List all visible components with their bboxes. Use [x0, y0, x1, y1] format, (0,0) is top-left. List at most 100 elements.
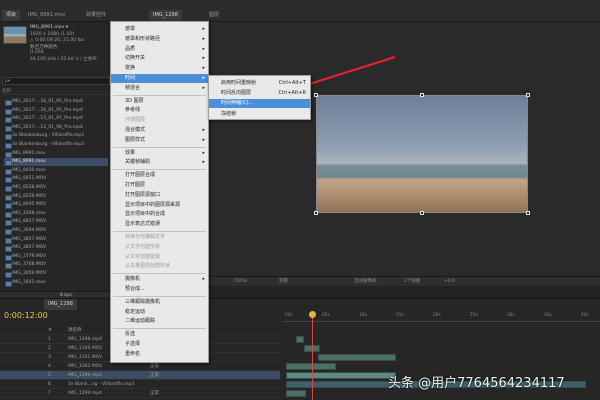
timeline-layer-row[interactable]: 7 IMG_1299.mp4 正常: [0, 389, 280, 398]
menu-item[interactable]: 切换开关 ▸: [111, 54, 208, 63]
menu-item[interactable]: 效果 ▸: [111, 149, 208, 158]
menu-item[interactable]: 3D 图层: [111, 97, 208, 106]
menu-item-label: 显示项目中的图层源来源: [125, 201, 181, 208]
layer-name[interactable]: IMG_1301.MOV: [68, 353, 102, 362]
menu-item-label: 混合模式: [125, 127, 146, 133]
menu-item[interactable]: 子选择: [111, 340, 208, 349]
layer-name[interactable]: IMG_1299.mp4: [68, 371, 102, 380]
menu-item[interactable]: 参考线: [111, 106, 208, 115]
menu-separator: [113, 146, 206, 148]
submenu-item-shortcut: Ctrl+Alt+R: [278, 90, 306, 97]
menu-separator: [113, 231, 206, 232]
menu-item-label: 图层样式: [125, 136, 146, 143]
menu-item-label: 从矢量图层创建形状: [125, 263, 171, 270]
menu-separator: [113, 295, 206, 297]
menu-item-label: 帧混合: [125, 84, 141, 91]
menu-item-label: 预合成...: [125, 286, 145, 292]
menu-item[interactable]: 反选: [111, 330, 208, 339]
menu-item-label: 打开图层合成: [125, 172, 156, 179]
menu-item[interactable]: 关键帧辅助 ▸: [111, 158, 208, 167]
menu-item: 转换为可编辑文字: [111, 233, 208, 242]
timeline-layer-row[interactable]: 6 3x Blank...ng - Villandflo.mp3: [0, 380, 280, 389]
ruler-tick-label: 25s: [470, 313, 478, 318]
layer-number: 1: [48, 337, 51, 342]
menu-item[interactable]: 稳定运动: [111, 308, 208, 317]
layer-duration-bar[interactable]: [286, 390, 306, 397]
time-submenu: 启用时间重映射 Ctrl+Alt+T 时间反向图层 Ctrl+Alt+R 时间伸缩(C)…: [208, 75, 311, 120]
menu-item[interactable]: 三维跟踪摄像机: [111, 298, 208, 307]
menu-item[interactable]: 显示项目中的图层源来源: [111, 201, 208, 210]
layer-mode[interactable]: 正常: [150, 362, 159, 371]
menu-item[interactable]: 品质 ▸: [111, 45, 208, 54]
col-source-name: 源名称: [68, 328, 82, 333]
layer-mode[interactable]: 正常: [150, 371, 159, 380]
menu-item-label: 反选: [125, 331, 136, 338]
menu-item-label: 显示项目中的合成: [125, 211, 166, 218]
layer-mode[interactable]: 正常: [150, 389, 159, 398]
submenu-arrow-icon: ▸: [202, 136, 205, 143]
menu-item[interactable]: 预合成...: [111, 285, 208, 294]
timeline-tab[interactable]: IMG_1298: [44, 299, 77, 310]
ruler-tick-label: 30s: [507, 313, 515, 318]
submenu-item-label: 启用时间重映射: [221, 80, 257, 86]
menu-item-label: 打开图层源窗口: [125, 191, 161, 198]
ruler-tick-label: 05s: [322, 313, 330, 318]
timecode-display[interactable]: 0:00:12:00: [4, 311, 48, 320]
menu-item-label: 品质: [125, 45, 136, 52]
layer-name[interactable]: 3x Blank...ng - Villandflo.mp3: [68, 380, 134, 389]
layer-name[interactable]: IMG_1300.MOV: [68, 344, 102, 353]
menu-item-label: 二维运动跟踪: [125, 318, 156, 325]
menu-item[interactable]: 图层样式 ▸: [111, 136, 208, 145]
menu-item[interactable]: 时间 ▸: [111, 74, 208, 83]
menu-item: 从矢量图层创建形状: [111, 262, 208, 271]
layer-name[interactable]: IMG_1298.mp4: [68, 335, 102, 344]
current-time-indicator[interactable]: [312, 311, 313, 400]
submenu-arrow-icon: ▸: [202, 65, 205, 72]
menu-item-label: 切换开关: [125, 55, 146, 62]
submenu-arrow-icon: ▸: [202, 159, 205, 166]
menu-item[interactable]: 帧混合 ▸: [111, 84, 208, 93]
layer-name[interactable]: IMG_1302.MOV: [68, 362, 102, 371]
submenu-item-label: 时间反向图层: [221, 90, 252, 97]
submenu-item[interactable]: 启用时间重映射 Ctrl+Alt+T: [209, 79, 310, 88]
layer-duration-bar[interactable]: [286, 363, 336, 370]
menu-item[interactable]: 重命名: [111, 350, 208, 359]
menu-item[interactable]: 打开图层源窗口: [111, 191, 208, 200]
menu-item-label: 转换为可编辑文字: [125, 234, 166, 240]
submenu-item[interactable]: 时间反向图层 Ctrl+Alt+R: [209, 89, 310, 98]
time-ruler[interactable]: 00s 05s 10s 15s 20s 25s 30s 35s 40s: [283, 312, 600, 322]
current-time-indicator-head[interactable]: [309, 311, 316, 318]
watermark: 头条 @用户7764564234117: [388, 376, 565, 391]
menu-item-label: 3D 图层: [125, 97, 144, 104]
menu-item-label: 遮罩: [125, 26, 136, 32]
menu-separator: [113, 169, 206, 171]
ruler-tick-label: 35s: [544, 313, 552, 318]
menu-item-label: 子选择: [125, 341, 141, 347]
submenu-item[interactable]: 时间伸缩(C)...: [209, 99, 310, 109]
submenu-item[interactable]: 冻结帧: [209, 110, 310, 119]
menu-item-label: 参考线: [125, 107, 141, 114]
submenu-arrow-icon: ▸: [202, 45, 205, 52]
menu-item[interactable]: 二维运动跟踪: [111, 317, 208, 326]
timeline-layer-row[interactable]: 4 IMG_1302.MOV 正常: [0, 362, 280, 371]
layer-duration-bar[interactable]: [318, 354, 396, 361]
timeline-layer-row[interactable]: 5 IMG_1299.mp4 正常: [0, 371, 280, 380]
ruler-tick-label: 10s: [359, 313, 367, 318]
menu-item[interactable]: 混合模式 ▸: [111, 126, 208, 135]
layer-duration-bar[interactable]: [286, 372, 396, 379]
menu-item[interactable]: 打开图层: [111, 181, 208, 190]
layer-number: 2: [48, 346, 51, 351]
layer-duration-bar[interactable]: [296, 336, 304, 343]
ruler-tick-label: 00s: [285, 313, 293, 318]
menu-item: 从文字创建形状: [111, 243, 208, 252]
menu-item[interactable]: 摄像机 ▸: [111, 275, 208, 284]
menu-item[interactable]: 遮罩 ▸: [111, 25, 208, 34]
menu-item[interactable]: 显示项目中的合成: [111, 210, 208, 219]
layer-name[interactable]: IMG_1299.mp4: [68, 389, 102, 398]
menu-item[interactable]: 遮罩和形状路径 ▸: [111, 35, 208, 44]
menu-item[interactable]: 显示表达式错误: [111, 220, 208, 229]
menu-item-label: 环境图层: [125, 117, 146, 124]
menu-item[interactable]: 打开图层合成: [111, 171, 208, 180]
menu-item[interactable]: 变换 ▸: [111, 64, 208, 73]
menu-item-label: 三维跟踪摄像机: [125, 298, 161, 305]
